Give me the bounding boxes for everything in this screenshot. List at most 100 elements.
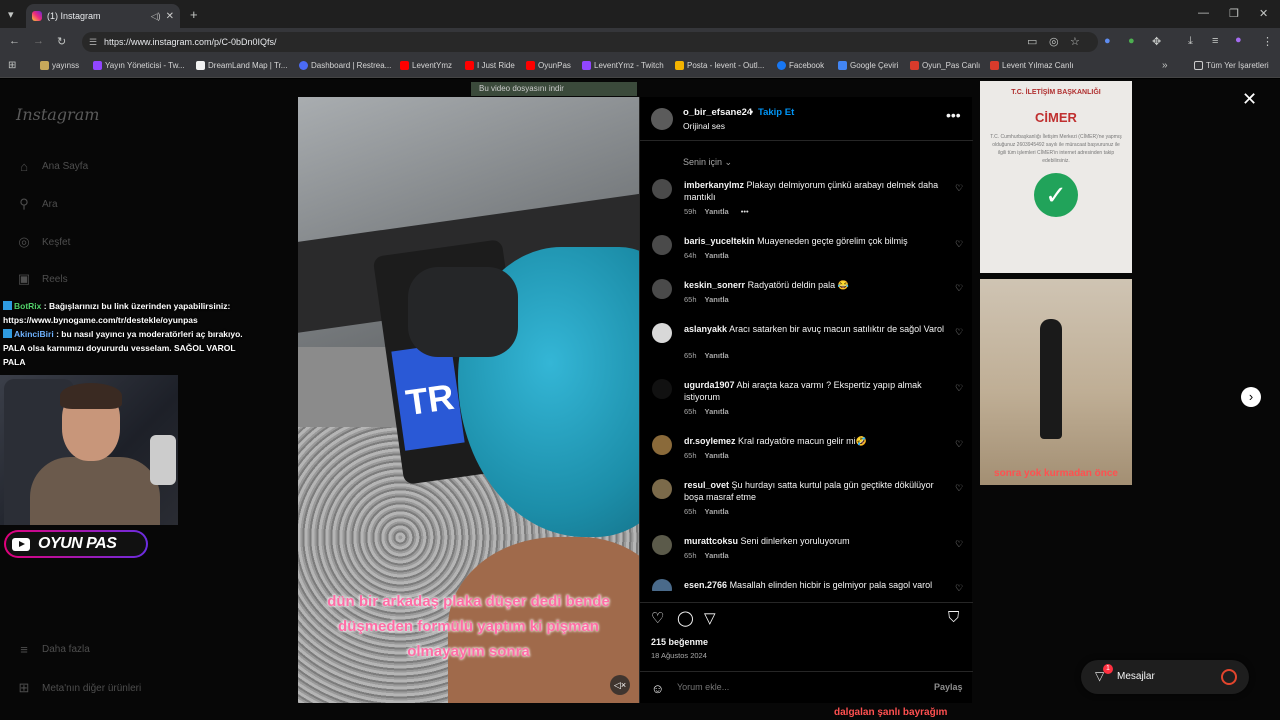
commenter-avatar[interactable] — [652, 379, 672, 399]
like-heart-icon[interactable]: ♡ — [651, 609, 664, 627]
like-comment-icon[interactable]: ♡ — [955, 327, 963, 338]
bookmark-item[interactable]: yayınss — [40, 61, 79, 70]
comment-username[interactable]: resul_ovet — [684, 480, 729, 490]
comment-username[interactable]: ugurda1907 — [684, 380, 735, 390]
browser-menu-icon[interactable]: ⋮ — [1262, 35, 1273, 48]
commenter-avatar[interactable] — [652, 279, 672, 299]
comment-input[interactable] — [677, 682, 917, 692]
more-options-icon[interactable]: ••• — [946, 107, 961, 123]
reel-thumbnail[interactable]: sonra yok kurmadan önce — [980, 279, 1132, 485]
author-username[interactable]: o_bir_efsane24 — [683, 107, 752, 118]
apps-grid-icon[interactable]: ⊞ — [8, 60, 16, 71]
site-info-icon[interactable]: ☰ — [89, 32, 97, 52]
comment-username[interactable]: murattcoksu — [684, 536, 738, 546]
download-icon[interactable]: ⤓ — [1188, 35, 1193, 48]
bookmark-item[interactable]: OyunPas — [526, 61, 571, 70]
sidebar-item-reels[interactable]: ▣ Reels — [16, 271, 68, 287]
tab-search-icon[interactable]: ▾ — [8, 8, 14, 21]
reply-button[interactable]: Yanıtla — [705, 251, 729, 260]
comment-options-icon[interactable]: ••• — [741, 207, 749, 216]
comment-username[interactable]: keskin_sonerr — [684, 280, 745, 290]
reply-button[interactable]: Yanıtla — [705, 207, 729, 216]
sidebar-item-meta[interactable]: ⊞ Meta'nın diğer ürünleri — [16, 680, 142, 696]
comment-bubble-icon[interactable]: ◯ — [677, 609, 694, 627]
speaker-icon[interactable]: ◁) — [151, 11, 161, 22]
like-comment-icon[interactable]: ♡ — [955, 239, 963, 250]
bookmark-item[interactable]: Dashboard | Restrea... — [299, 61, 391, 70]
download-video-popup[interactable]: Bu video dosyasını indir — [471, 82, 637, 96]
likes-count[interactable]: 215 beğenme — [651, 637, 708, 647]
reply-button[interactable]: Yanıtla — [705, 551, 729, 560]
sidebar-item-home[interactable]: ⌂ Ana Sayfa — [16, 159, 88, 174]
bookmark-item[interactable]: Levent Yılmaz Canlı — [990, 61, 1073, 70]
reply-button[interactable]: Yanıtla — [705, 507, 729, 516]
commenter-avatar[interactable] — [652, 579, 672, 591]
follow-button[interactable]: Takip Et — [758, 107, 794, 118]
cast-icon[interactable]: ▭ — [1027, 35, 1037, 48]
minimize-icon[interactable]: — — [1198, 7, 1209, 19]
extensions-puzzle-icon[interactable]: ✥ — [1152, 35, 1161, 48]
like-comment-icon[interactable]: ♡ — [955, 483, 963, 494]
tab-close-icon[interactable]: ✕ — [166, 11, 174, 22]
back-icon[interactable]: ← — [9, 35, 20, 47]
commenter-avatar[interactable] — [652, 179, 672, 199]
bookmark-item[interactable]: Facebook — [777, 61, 824, 70]
reload-icon[interactable]: ↻ — [57, 35, 66, 48]
reply-button[interactable]: Yanıtla — [705, 351, 729, 360]
messages-button[interactable]: ▽ 1 Mesajlar — [1081, 660, 1249, 694]
address-bar[interactable]: ☰ https://www.instagram.com/p/C-0bDn0IQf… — [82, 32, 1098, 52]
commenter-avatar[interactable] — [652, 479, 672, 499]
like-comment-icon[interactable]: ♡ — [955, 383, 963, 394]
commenter-avatar[interactable] — [652, 435, 672, 455]
forward-icon[interactable]: → — [33, 35, 44, 47]
sidebar-item-more[interactable]: ≡ Daha fazla — [16, 642, 90, 657]
browser-tab-instagram[interactable]: (1) Instagram ◁) ✕ — [26, 4, 180, 28]
author-avatar[interactable] — [651, 108, 673, 130]
like-comment-icon[interactable]: ♡ — [955, 283, 963, 294]
cimer-thumbnail[interactable]: T.C. İLETİŞİM BAŞKANLIĞI CİMER T.C. Cumh… — [980, 81, 1132, 273]
bookmark-item[interactable]: LeventYmz — [400, 61, 452, 70]
share-send-icon[interactable]: ▽ — [704, 609, 716, 627]
commenter-avatar[interactable] — [652, 235, 672, 255]
comment-username[interactable]: aslanyakk — [684, 324, 727, 334]
comment-username[interactable]: baris_yuceltekin — [684, 236, 755, 246]
reply-button[interactable]: Yanıtla — [705, 295, 729, 304]
profile-avatar-icon[interactable]: ● — [1235, 34, 1242, 46]
bookmark-item[interactable]: LeventYmz - Twitch — [582, 61, 664, 70]
comment-username[interactable]: dr.soylemez — [684, 436, 736, 446]
mute-toggle-icon[interactable]: ◁× — [610, 675, 630, 695]
window-close-icon[interactable]: ✕ — [1259, 7, 1268, 20]
commenter-avatar[interactable] — [652, 323, 672, 343]
bookmark-item[interactable]: Posta - levent - Outl... — [675, 61, 764, 70]
sidebar-item-search[interactable]: ⚲ Ara — [16, 196, 57, 212]
bookmark-item[interactable]: Oyun_Pas Canlı — [910, 61, 980, 70]
like-comment-icon[interactable]: ♡ — [955, 583, 963, 591]
reply-button[interactable]: Yanıtla — [705, 407, 729, 416]
emoji-icon[interactable]: ☺ — [651, 681, 664, 696]
audio-label[interactable]: Orijinal ses — [683, 121, 725, 131]
extension-icon[interactable]: ● — [1128, 35, 1135, 47]
bookmark-item[interactable]: DreamLand Map | Tr... — [196, 61, 287, 70]
reply-button[interactable]: Yanıtla — [705, 451, 729, 460]
more-bookmarks-icon[interactable]: » — [1162, 60, 1168, 71]
save-bookmark-icon[interactable]: ⛉ — [948, 609, 959, 626]
bookmark-item[interactable]: I Just Ride — [465, 61, 515, 70]
post-comment-button[interactable]: Paylaş — [934, 682, 963, 692]
commenter-avatar[interactable] — [652, 535, 672, 555]
comment-username[interactable]: esen.2766 — [684, 580, 727, 590]
like-comment-icon[interactable]: ♡ — [955, 183, 963, 194]
post-video[interactable]: TR dün bir arkadaş plaka düşer dedi bend… — [298, 97, 639, 703]
bookmark-item[interactable]: Google Çeviri — [838, 61, 898, 70]
comment-username[interactable]: imberkanylmz — [684, 180, 744, 190]
bookmark-item[interactable]: Yayın Yöneticisi - Tw... — [93, 61, 185, 70]
reading-list-icon[interactable]: ≡ — [1212, 35, 1218, 47]
like-comment-icon[interactable]: ♡ — [955, 439, 963, 450]
extension-icon[interactable]: ● — [1104, 35, 1111, 47]
all-bookmarks-folder[interactable]: Tüm Yer İşaretleri — [1194, 61, 1269, 70]
eye-off-icon[interactable]: ◎ — [1049, 35, 1059, 48]
new-tab-icon[interactable]: + — [190, 7, 198, 22]
sidebar-item-explore[interactable]: ◎ Keşfet — [16, 234, 70, 250]
like-comment-icon[interactable]: ♡ — [955, 539, 963, 550]
instagram-logo[interactable]: Instagram — [16, 105, 99, 124]
restore-icon[interactable]: ❐ — [1229, 7, 1239, 20]
